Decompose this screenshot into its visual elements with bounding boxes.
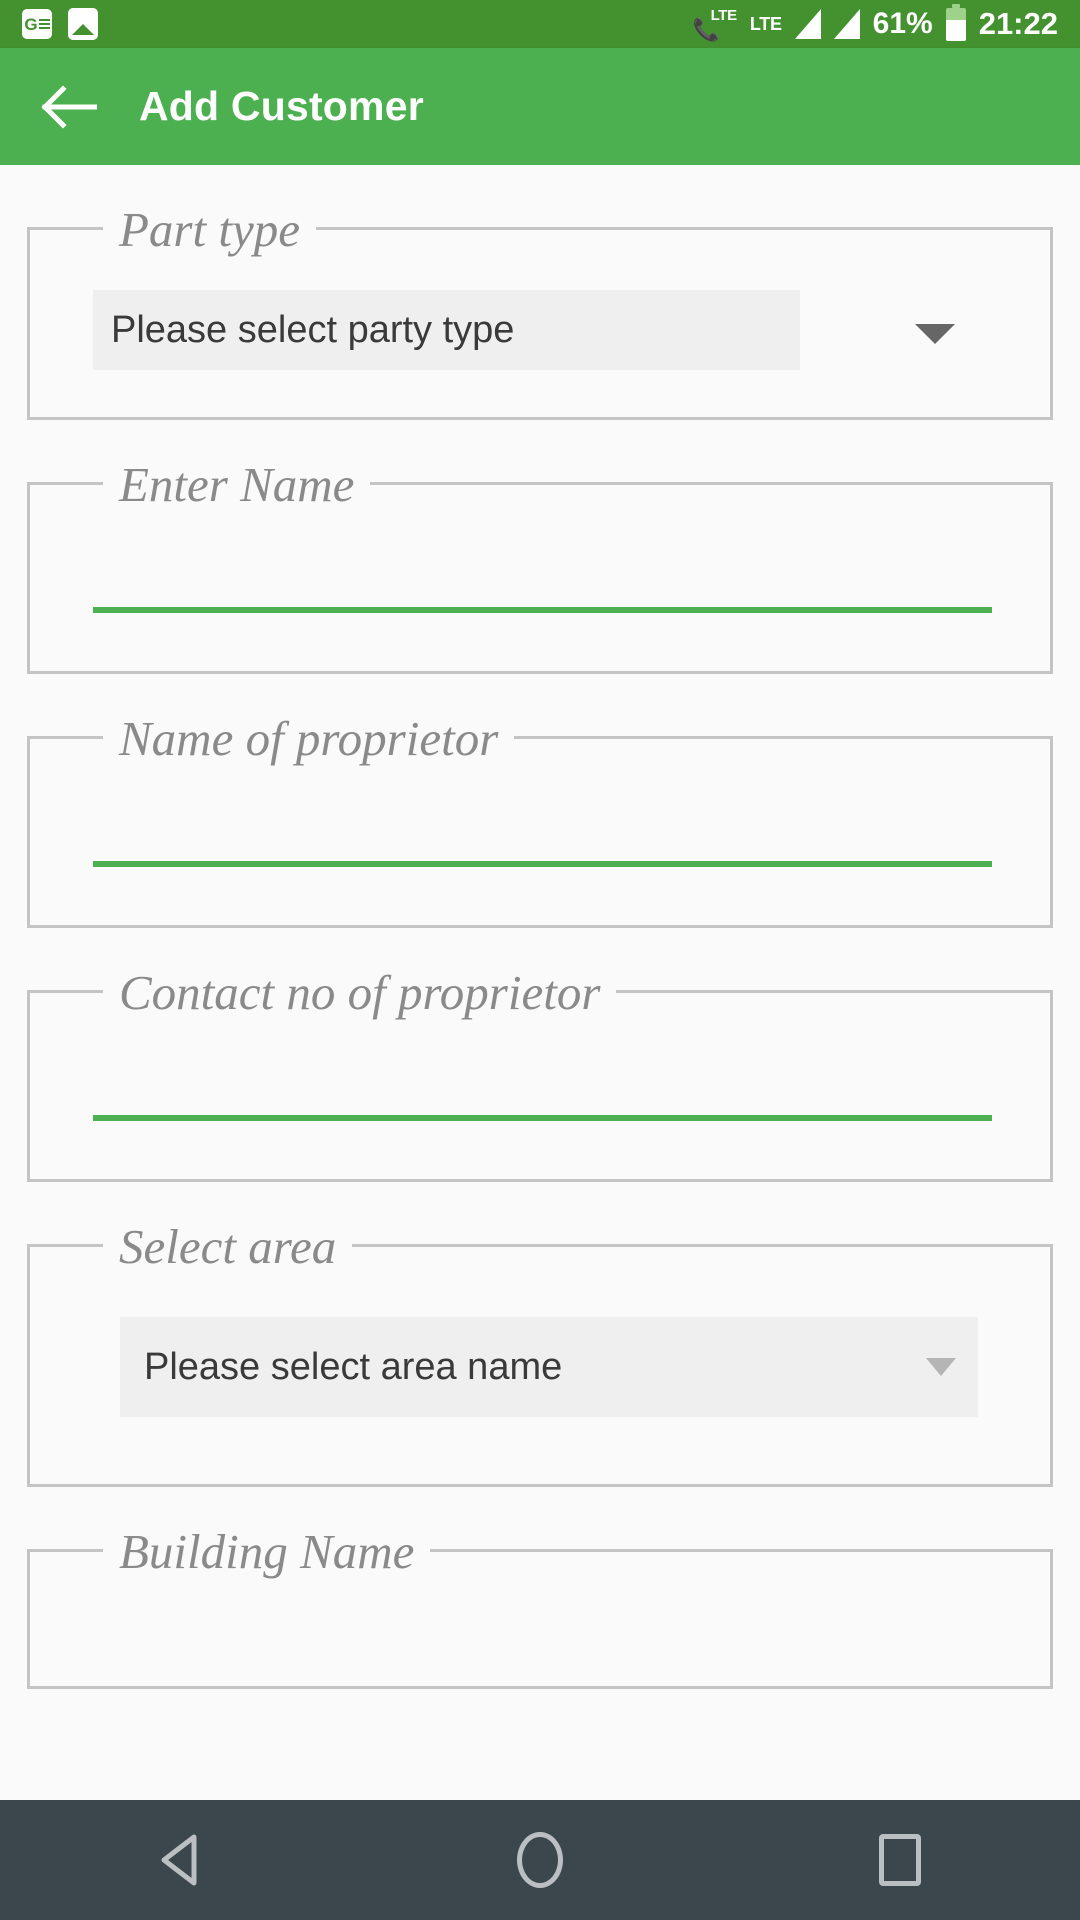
photo-icon xyxy=(68,8,98,40)
field-label-contact-no-of-proprietor: Contact no of proprietor xyxy=(103,963,617,1023)
call-lte-icon: 📞 LTE xyxy=(693,7,737,41)
square-icon xyxy=(879,1834,921,1886)
status-bar-system: 📞 LTE LTE 61% 21:22 xyxy=(693,3,1058,42)
circle-icon xyxy=(517,1832,563,1888)
name-of-proprietor-input[interactable] xyxy=(93,799,992,867)
field-select-area[interactable]: Select area Please select area name xyxy=(27,1217,1053,1487)
nav-home-button[interactable] xyxy=(460,1800,620,1920)
signal-bars-icon-1 xyxy=(794,9,821,39)
arrow-left-icon[interactable] xyxy=(34,72,104,142)
status-bar: G 📞 LTE LTE 61% 21:22 xyxy=(0,0,1080,48)
call-lte-label: LTE xyxy=(710,7,738,24)
chevron-down-icon[interactable] xyxy=(926,1358,956,1376)
contact-no-of-proprietor-input[interactable] xyxy=(93,1053,992,1121)
part-type-selected-value: Please select party type xyxy=(111,308,515,351)
field-enter-name[interactable]: Enter Name xyxy=(27,455,1053,674)
nav-back-button[interactable] xyxy=(100,1800,260,1920)
part-type-dropdown-box[interactable]: Please select party type xyxy=(93,290,800,370)
field-label-part-type: Part type xyxy=(103,200,316,260)
battery-percent-label: 61% xyxy=(872,7,933,40)
enter-name-underline xyxy=(93,607,992,613)
contact-no-of-proprietor-underline xyxy=(93,1115,992,1121)
google-news-icon: G xyxy=(22,9,52,39)
chevron-down-icon[interactable] xyxy=(915,324,955,344)
field-label-select-area: Select area xyxy=(103,1217,353,1277)
android-navigation-bar xyxy=(0,1800,1080,1920)
google-news-icon-letter: G xyxy=(24,14,37,34)
google-news-icon-lines xyxy=(38,19,50,29)
clock-label: 21:22 xyxy=(978,6,1058,41)
field-contact-no-of-proprietor[interactable]: Contact no of proprietor xyxy=(27,963,1053,1182)
enter-name-input[interactable] xyxy=(93,545,992,613)
field-part-type[interactable]: Part type Please select party type xyxy=(27,200,1053,420)
select-area-dropdown[interactable]: Please select area name xyxy=(120,1317,978,1417)
field-name-of-proprietor[interactable]: Name of proprietor xyxy=(27,709,1053,928)
app-bar: Add Customer xyxy=(0,48,1080,165)
field-label-name-of-proprietor: Name of proprietor xyxy=(103,709,515,769)
field-label-enter-name: Enter Name xyxy=(103,455,371,515)
field-label-building-name: Building Name xyxy=(103,1522,431,1582)
status-bar-notifications: G xyxy=(22,8,98,40)
phone-screen: G 📞 LTE LTE 61% 21:22 Add Customer Part … xyxy=(0,0,1080,1920)
page-title: Add Customer xyxy=(139,83,424,129)
triangle-left-icon xyxy=(161,1834,197,1886)
signal-bars-icon-2 xyxy=(833,9,860,39)
nav-recents-button[interactable] xyxy=(820,1800,980,1920)
part-type-dropdown[interactable]: Please select party type xyxy=(93,290,1050,370)
field-building-name[interactable]: Building Name xyxy=(27,1522,1053,1689)
battery-icon xyxy=(945,3,966,41)
network-type-label: LTE xyxy=(749,13,782,34)
name-of-proprietor-underline xyxy=(93,861,992,867)
form-scroll-area[interactable]: Part type Please select party type Enter… xyxy=(0,165,1080,1800)
select-area-selected-value: Please select area name xyxy=(144,1345,563,1388)
